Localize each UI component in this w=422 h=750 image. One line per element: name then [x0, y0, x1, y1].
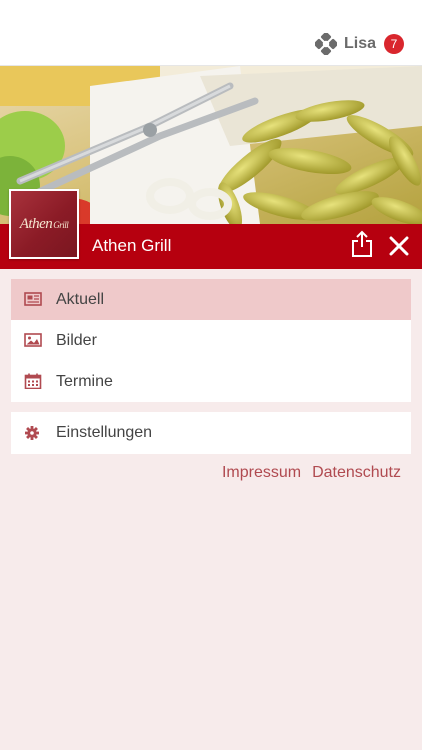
- calendar-icon: [24, 373, 42, 389]
- gear-icon: [25, 426, 39, 440]
- share-icon[interactable]: [350, 230, 374, 258]
- footer-links: Impressum Datenschutz: [222, 464, 401, 482]
- datenschutz-link[interactable]: Datenschutz: [312, 464, 401, 482]
- main-menu: Aktuell Bilder Termine: [11, 279, 411, 402]
- image-icon: [24, 333, 42, 347]
- app-logo-icon: [314, 33, 337, 55]
- menu-item-label: Aktuell: [56, 290, 105, 308]
- menu-item-bilder[interactable]: Bilder: [11, 320, 411, 361]
- top-bar: Lisa 7: [0, 0, 422, 66]
- user-name[interactable]: Lisa: [344, 35, 376, 53]
- logo-text: AthenGrill: [19, 215, 69, 232]
- menu-item-termine[interactable]: Termine: [11, 361, 411, 402]
- restaurant-logo: AthenGrill: [9, 189, 79, 259]
- menu-item-label: Termine: [56, 372, 113, 390]
- newspaper-icon: [24, 292, 42, 306]
- menu-item-einstellungen[interactable]: Einstellungen: [11, 412, 411, 454]
- user-menu[interactable]: Lisa 7: [314, 31, 404, 57]
- restaurant-title: Athen Grill: [92, 236, 172, 255]
- menu-item-aktuell[interactable]: Aktuell: [11, 279, 411, 320]
- settings-menu: Einstellungen: [11, 412, 411, 454]
- menu-item-label: Bilder: [56, 331, 97, 349]
- close-icon[interactable]: [388, 235, 410, 257]
- menu-item-label: Einstellungen: [56, 424, 153, 441]
- notification-badge[interactable]: 7: [384, 34, 404, 54]
- impressum-link[interactable]: Impressum: [222, 464, 301, 482]
